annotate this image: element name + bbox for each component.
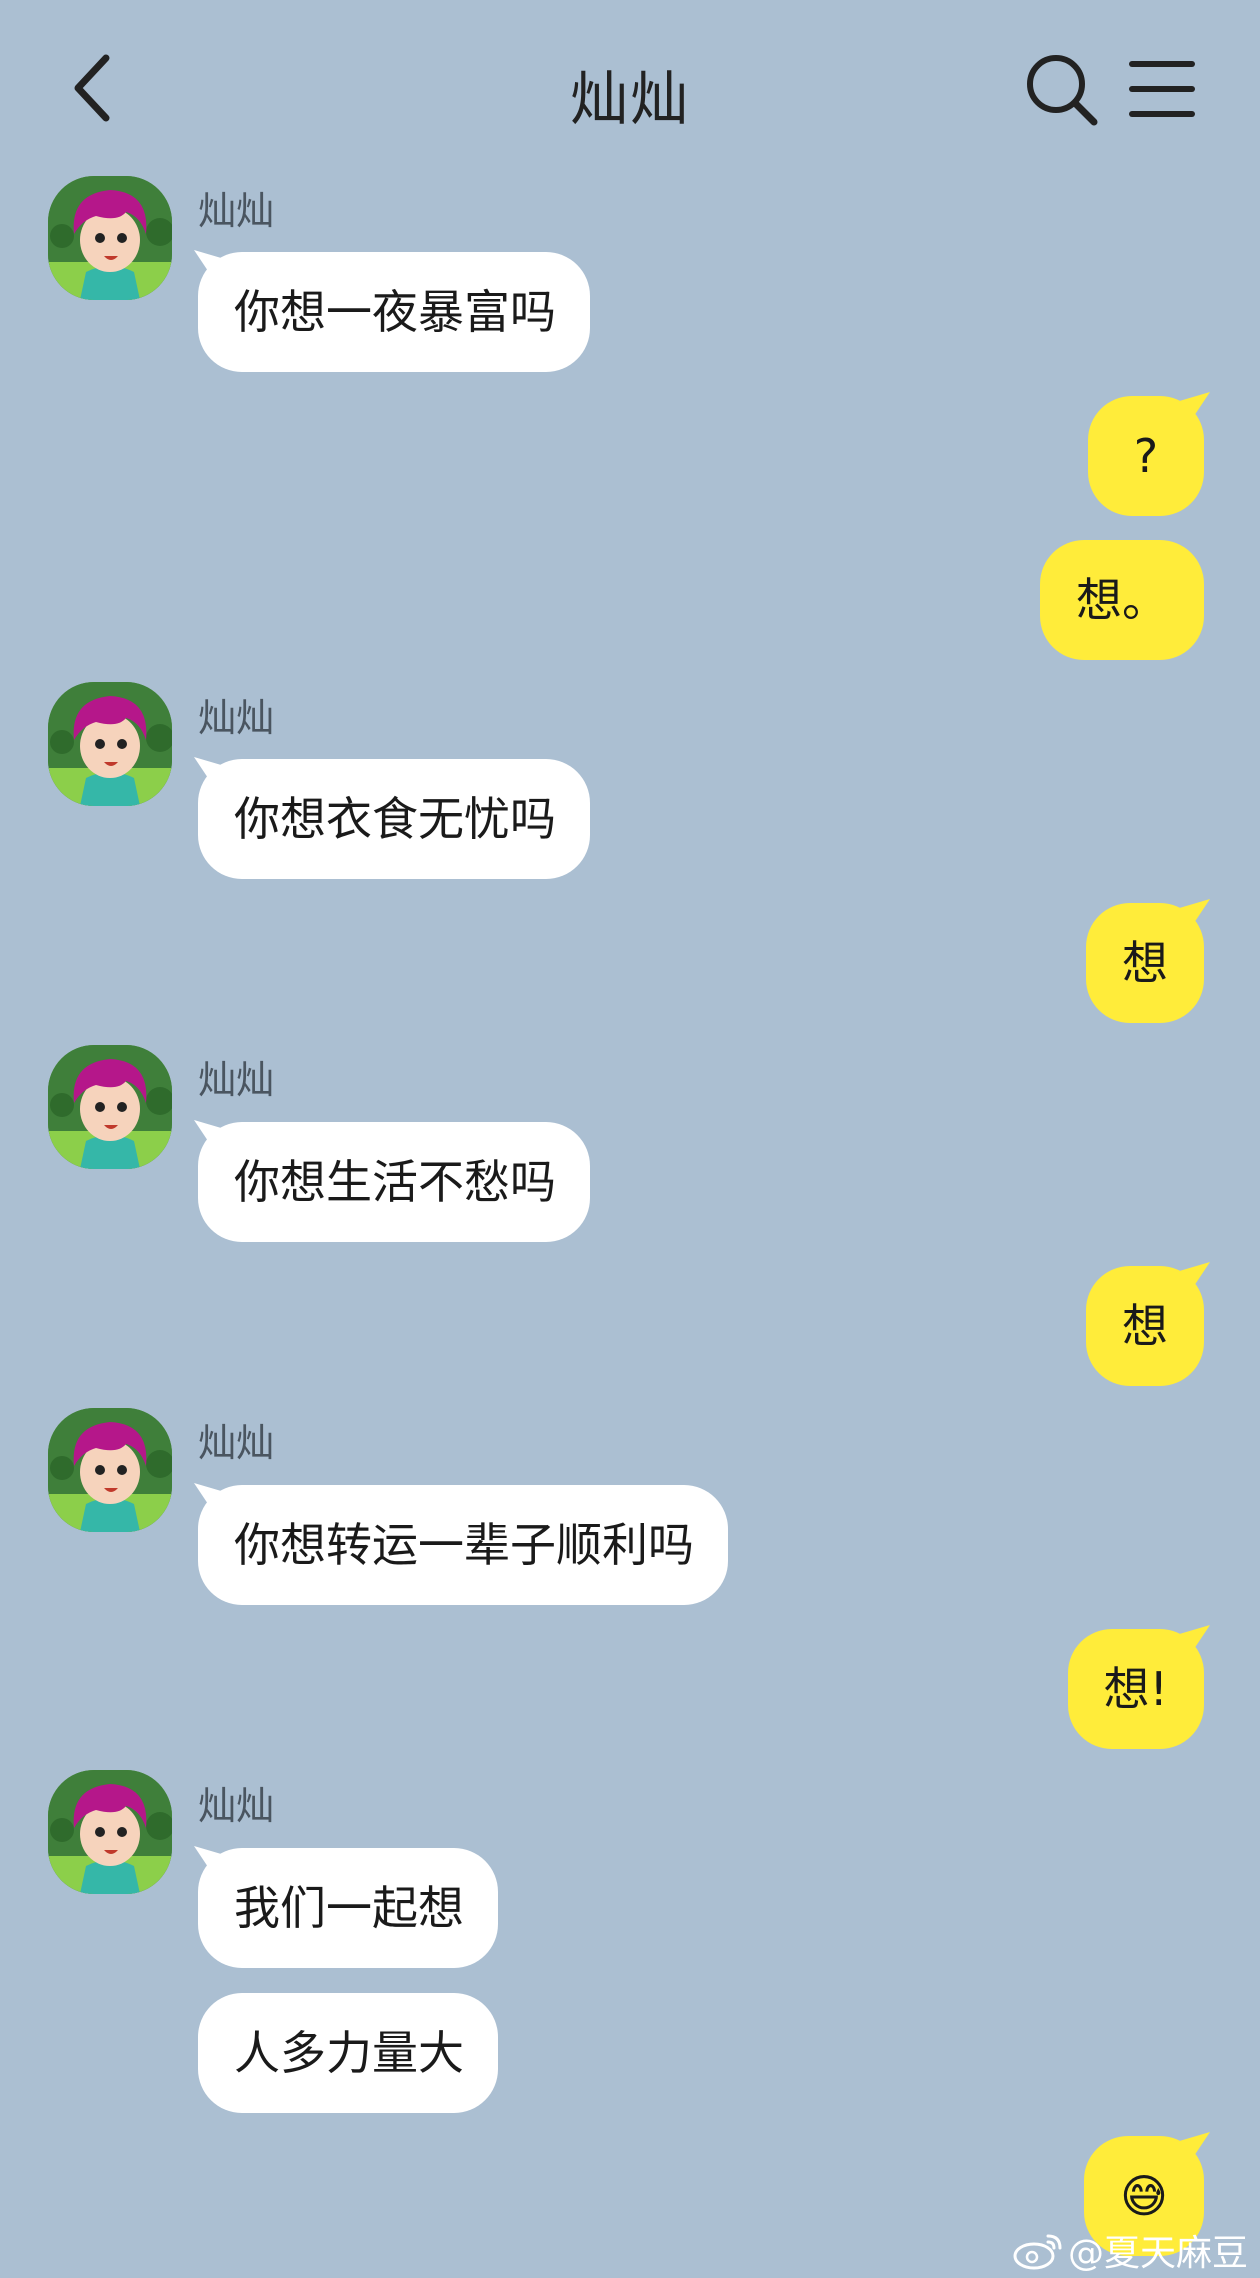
sender-name: 灿灿 <box>198 1784 275 1828</box>
cartoon-girl-avatar <box>48 176 172 300</box>
message-text: 人多力量大 <box>234 2026 464 2080</box>
cartoon-girl-avatar <box>48 1770 172 1894</box>
hamburger-menu-icon <box>1129 61 1195 117</box>
incoming-message[interactable]: 你想转运一辈子顺利吗 <box>194 1483 728 1605</box>
search-button[interactable] <box>1022 50 1102 130</box>
message-text: 你想一夜暴富吗 <box>234 285 556 339</box>
message-text: 想。 <box>1076 573 1168 627</box>
menu-button[interactable] <box>1126 56 1198 122</box>
contact-avatar[interactable] <box>48 176 172 300</box>
chat-header: 灿灿 <box>0 0 1260 170</box>
sender-name: 灿灿 <box>198 189 275 233</box>
cartoon-girl-avatar <box>48 1045 172 1169</box>
weibo-logo-icon <box>1013 2234 1062 2270</box>
cartoon-girl-avatar <box>48 1408 172 1532</box>
sender-name: 灿灿 <box>198 1421 275 1465</box>
watermark: @夏天麻豆 <box>1012 2224 1248 2276</box>
contact-avatar[interactable] <box>48 1408 172 1532</box>
watermark-text: @夏天麻豆 <box>1067 2233 1248 2274</box>
outgoing-message[interactable]: 想。 <box>1040 540 1204 660</box>
incoming-message[interactable]: 你想生活不愁吗 <box>194 1120 590 1242</box>
contact-avatar[interactable] <box>48 1770 172 1894</box>
message-text: 想! <box>1103 1662 1168 1716</box>
message-text: 想 <box>1122 936 1168 990</box>
message-text: 你想衣食无忧吗 <box>234 792 556 846</box>
cartoon-girl-avatar <box>48 682 172 806</box>
contact-avatar[interactable] <box>48 1045 172 1169</box>
outgoing-message[interactable]: 想 <box>1086 899 1210 1023</box>
outgoing-message[interactable]: 想 <box>1086 1262 1210 1386</box>
outgoing-message[interactable]: 想! <box>1067 1625 1210 1749</box>
message-text: 😅 <box>1120 2169 1168 2223</box>
contact-avatar[interactable] <box>48 682 172 806</box>
message-text: 我们一起想 <box>234 1881 464 1935</box>
message-text: 你想生活不愁吗 <box>234 1155 556 1209</box>
message-text: 想 <box>1122 1299 1168 1353</box>
sender-name: 灿灿 <box>198 1058 275 1102</box>
sender-name: 灿灿 <box>198 696 275 740</box>
message-text: 你想转运一辈子顺利吗 <box>234 1518 694 1572</box>
incoming-message[interactable]: 我们一起想 <box>194 1846 498 1968</box>
outgoing-message[interactable]: ? <box>1088 392 1210 516</box>
search-icon <box>1027 55 1098 126</box>
message-text: ? <box>1133 429 1159 483</box>
incoming-message[interactable]: 你想一夜暴富吗 <box>194 250 590 372</box>
incoming-message[interactable]: 你想衣食无忧吗 <box>194 757 590 879</box>
incoming-message[interactable]: 人多力量大 <box>198 1993 498 2113</box>
